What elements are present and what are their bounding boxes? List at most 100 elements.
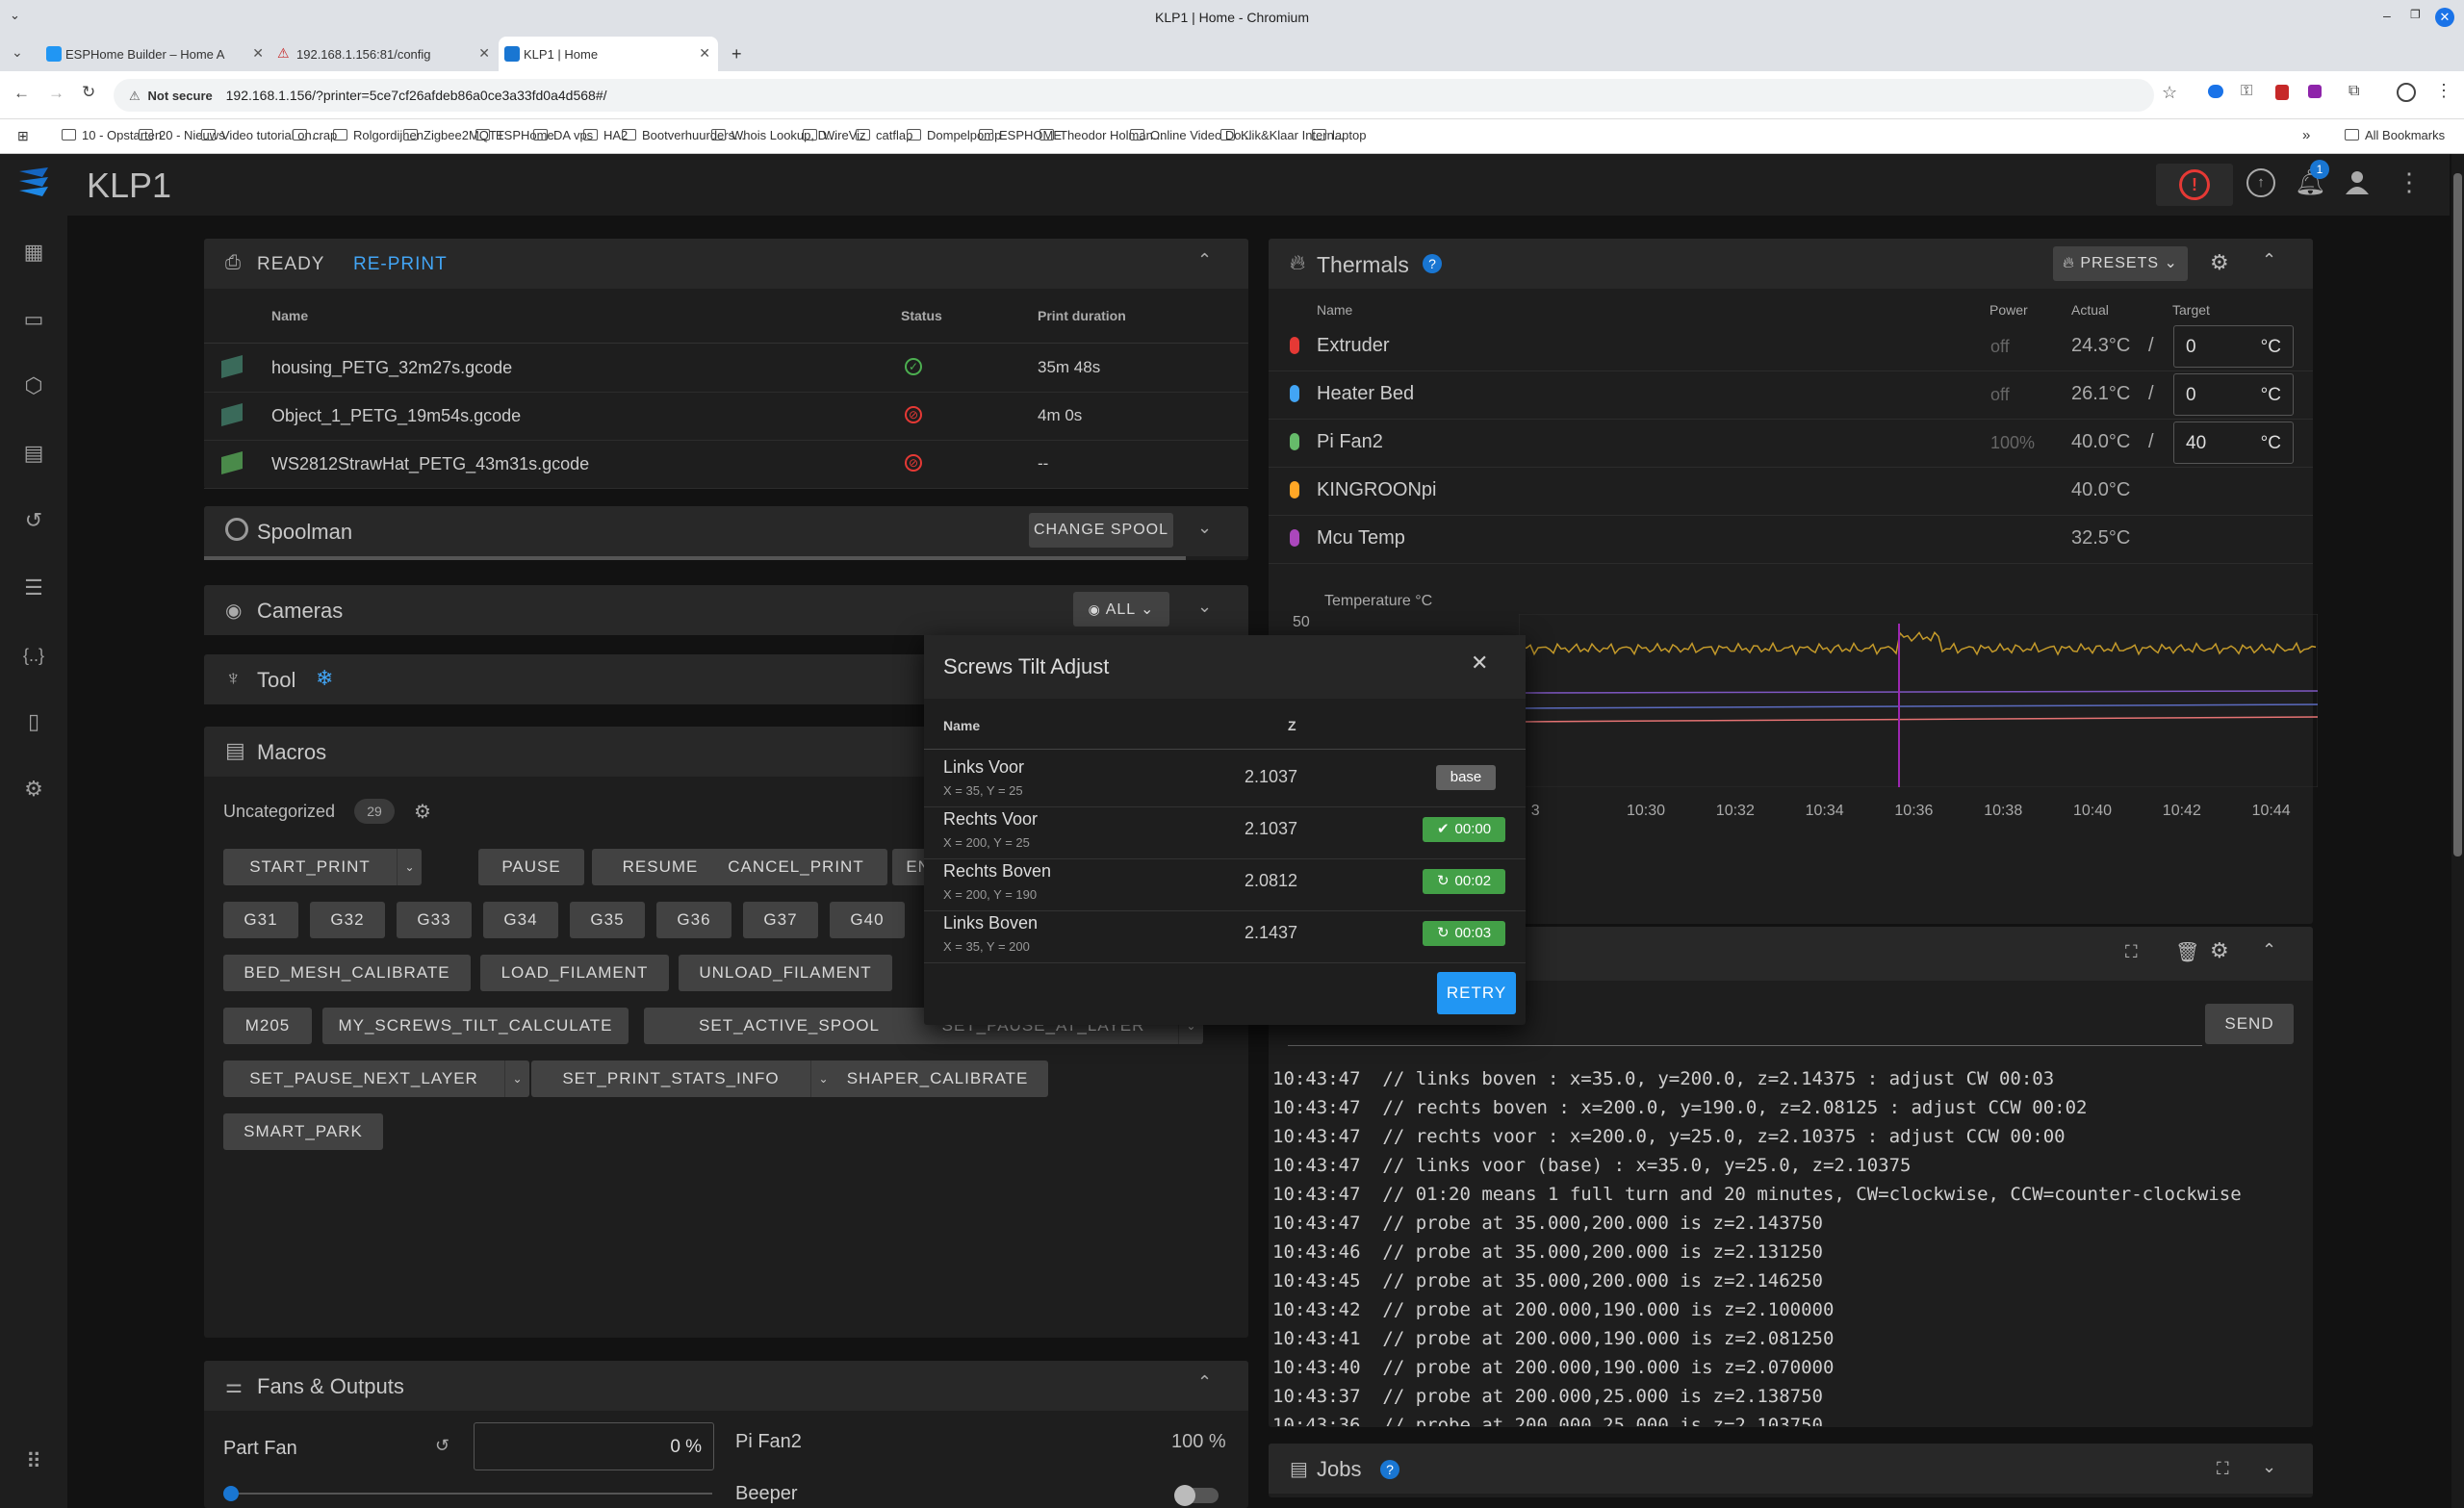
gear-icon[interactable]: ⚙ — [414, 800, 431, 824]
history-icon[interactable]: ↺ — [19, 506, 48, 535]
tune-icon[interactable]: ☰ — [19, 574, 48, 602]
change-spool-button[interactable]: CHANGE SPOOL — [1029, 513, 1173, 548]
chevron-down-icon[interactable]: ⌄ — [1197, 597, 1212, 617]
part-fan-slider[interactable] — [231, 1493, 712, 1495]
shield-icon[interactable] — [2275, 85, 2289, 100]
extension-icon[interactable] — [2208, 85, 2223, 98]
tab-config[interactable]: ⚠ 192.168.1.156:81/config ✕ — [271, 37, 498, 71]
macro-start-print-button[interactable]: START_PRINT — [223, 849, 397, 885]
reprint-tab[interactable]: RE-PRINT — [353, 254, 448, 275]
retry-button[interactable]: RETRY — [1437, 972, 1516, 1014]
forward-icon[interactable]: → — [48, 84, 64, 103]
account-icon[interactable] — [2345, 169, 2370, 194]
macro-g35-button[interactable]: G35 — [570, 902, 645, 938]
macro-set-print-stats-info-button[interactable]: SET_PRINT_STATS_INFO — [531, 1061, 810, 1097]
tab-esphome[interactable]: ESPHome Builder – Home A ✕ — [40, 37, 271, 71]
camera-select-button[interactable]: ◉ ALL ⌄ — [1073, 592, 1169, 626]
macro-pause-button[interactable]: PAUSE — [478, 849, 584, 885]
macro-cancel-print-button[interactable]: CANCEL_PRINT — [705, 849, 887, 885]
part-fan-input[interactable]: 0 % — [474, 1422, 714, 1470]
close-tab-icon[interactable]: ✕ — [699, 45, 710, 62]
macro-set-pause-next-layer-button[interactable]: SET_PAUSE_NEXT_LAYER — [223, 1061, 504, 1097]
macro-load-filament-button[interactable]: LOAD_FILAMENT — [480, 955, 669, 991]
bookmark-12[interactable]: catflap — [856, 128, 912, 142]
code-braces-icon[interactable]: {..} — [19, 641, 48, 670]
chevron-down-icon[interactable]: ⌄ — [1197, 518, 1212, 538]
macro-set-active-spool-button[interactable]: SET_ACTIVE_SPOOL — [644, 1008, 935, 1044]
macro-shaper-calibrate-button[interactable]: SHAPER_CALIBRATE — [827, 1061, 1048, 1097]
macro-g31-button[interactable]: G31 — [223, 902, 298, 938]
chevron-up-icon[interactable]: ⌃ — [1197, 250, 1212, 270]
close-window-icon[interactable]: ✕ — [2435, 8, 2454, 27]
bookmark-3[interactable]: crap — [293, 128, 337, 142]
bookmark-star-icon[interactable]: ☆ — [2162, 83, 2177, 103]
key-icon[interactable]: ⚿ — [2241, 83, 2252, 100]
macro-g40-button[interactable]: G40 — [830, 902, 905, 938]
apps-grid-icon[interactable]: ⠿ — [19, 1447, 48, 1476]
url-field[interactable]: ⚠ Not secure 192.168.1.156/?printer=5ce7… — [114, 79, 2154, 112]
macro-bed-mesh-calibrate-button[interactable]: BED_MESH_CALIBRATE — [223, 955, 471, 991]
extension-icon[interactable] — [2308, 85, 2322, 98]
macro-smart-park-button[interactable]: SMART_PARK — [223, 1113, 383, 1150]
target-input[interactable]: 40 °C — [2173, 422, 2294, 464]
reload-icon[interactable]: ↻ — [82, 83, 95, 102]
fullscreen-icon[interactable]: ⛶ — [2125, 942, 2138, 962]
console-icon[interactable]: ▭ — [19, 305, 48, 334]
close-tab-icon[interactable]: ✕ — [478, 45, 490, 62]
heightmap-icon[interactable]: ⬡ — [19, 371, 48, 400]
macro-options-chevron-icon[interactable]: ⌄ — [397, 849, 422, 885]
gear-icon[interactable]: ⚙ — [2210, 250, 2229, 275]
macro-g32-button[interactable]: G32 — [310, 902, 385, 938]
tab-search-icon[interactable]: ⌄ — [12, 44, 23, 61]
part-fan-slider-handle[interactable] — [223, 1486, 239, 1501]
delete-icon[interactable]: 🗑︎ — [2175, 940, 2199, 964]
settings-icon[interactable]: ⚙ — [19, 775, 48, 804]
macro-options-chevron-icon[interactable]: ⌄ — [504, 1061, 529, 1097]
puzzle-icon[interactable]: ⧉ — [2348, 83, 2359, 100]
profile-icon[interactable] — [2397, 83, 2416, 102]
page-scrollbar[interactable] — [2451, 154, 2464, 1508]
close-tab-icon[interactable]: ✕ — [252, 45, 264, 62]
macro-g36-button[interactable]: G36 — [656, 902, 732, 938]
presets-button[interactable]: 🔥︎ PRESETS ⌄ — [2053, 246, 2188, 281]
new-tab-icon[interactable]: + — [732, 44, 742, 64]
emergency-stop-button[interactable]: ! — [2156, 164, 2233, 206]
gear-icon[interactable]: ⚙ — [2210, 938, 2229, 963]
macro-g33-button[interactable]: G33 — [397, 902, 472, 938]
job-row[interactable]: housing_PETG_32m27s.gcode ✓ 35m 48s — [204, 345, 1248, 393]
help-icon[interactable]: ? — [1380, 1460, 1399, 1479]
bookmark-18[interactable]: laptop — [1312, 128, 1366, 142]
chevron-up-icon[interactable]: ⌃ — [1197, 1372, 1212, 1393]
tab-klp1-home[interactable]: KLP1 | Home ✕ — [499, 37, 718, 71]
maximize-icon[interactable]: ❐ — [2410, 8, 2421, 21]
target-input[interactable]: 0 °C — [2173, 325, 2294, 368]
job-row[interactable]: Object_1_PETG_19m54s.gcode ⊘ 4m 0s — [204, 393, 1248, 441]
files-icon[interactable]: ▤ — [19, 439, 48, 468]
send-button[interactable]: SEND — [2205, 1004, 2294, 1044]
apps-icon[interactable]: ⊞ — [17, 128, 29, 144]
macro-unload-filament-button[interactable]: UNLOAD_FILAMENT — [679, 955, 892, 991]
target-input[interactable]: 0 °C — [2173, 373, 2294, 416]
all-bookmarks[interactable]: All Bookmarks — [2345, 128, 2445, 142]
close-icon[interactable]: ✕ — [1471, 651, 1488, 676]
beeper-toggle[interactable] — [1174, 1485, 1219, 1506]
scrollbar-thumb[interactable] — [2453, 173, 2462, 856]
fullscreen-icon[interactable]: ⛶ — [2217, 1459, 2229, 1479]
reset-icon[interactable]: ↺ — [435, 1436, 449, 1456]
minimize-icon[interactable]: – — [2383, 8, 2391, 23]
menu-icon[interactable]: ⋮ — [2435, 81, 2452, 101]
back-icon[interactable]: ← — [13, 84, 30, 103]
upload-icon[interactable]: ↑ — [2246, 168, 2275, 197]
more-vert-icon[interactable]: ⋮ — [2397, 167, 2422, 197]
macro-g34-button[interactable]: G34 — [483, 902, 558, 938]
dashboard-icon[interactable]: ▦ — [19, 238, 48, 267]
machine-icon[interactable]: ▯ — [19, 707, 48, 736]
chevron-up-icon[interactable]: ⌃ — [2262, 940, 2276, 960]
mainsail-logo-icon[interactable] — [13, 166, 54, 204]
macro-g37-button[interactable]: G37 — [743, 902, 818, 938]
help-icon[interactable]: ? — [1423, 254, 1442, 273]
chevron-up-icon[interactable]: ⌃ — [2262, 250, 2276, 270]
job-row[interactable]: WS2812StrawHat_PETG_43m31s.gcode ⊘ -- — [204, 441, 1248, 489]
more-bookmarks-icon[interactable]: » — [2302, 127, 2310, 143]
macro-my-screws-tilt-calculate-button[interactable]: MY_SCREWS_TILT_CALCULATE — [322, 1008, 629, 1044]
